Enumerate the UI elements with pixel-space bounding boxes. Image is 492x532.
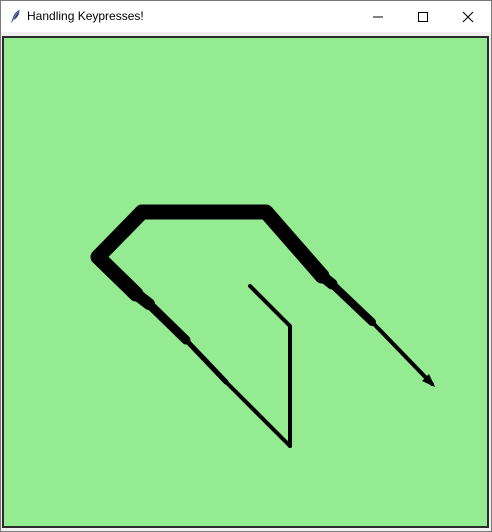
maximize-button[interactable] <box>400 1 446 32</box>
drawn-path <box>90 204 434 448</box>
feather-icon <box>10 9 22 23</box>
window-title: Handling Keypresses! <box>27 9 144 23</box>
close-icon <box>462 11 474 23</box>
close-button[interactable] <box>445 1 491 32</box>
minimize-button[interactable] <box>355 1 401 32</box>
minimize-icon <box>373 16 383 18</box>
title-bar[interactable]: Handling Keypresses! <box>1 1 491 32</box>
drawing-canvas[interactable] <box>2 36 489 528</box>
app-window: Handling Keypresses! <box>0 0 492 532</box>
maximize-icon <box>418 12 428 22</box>
drawing-surface[interactable] <box>4 38 487 526</box>
